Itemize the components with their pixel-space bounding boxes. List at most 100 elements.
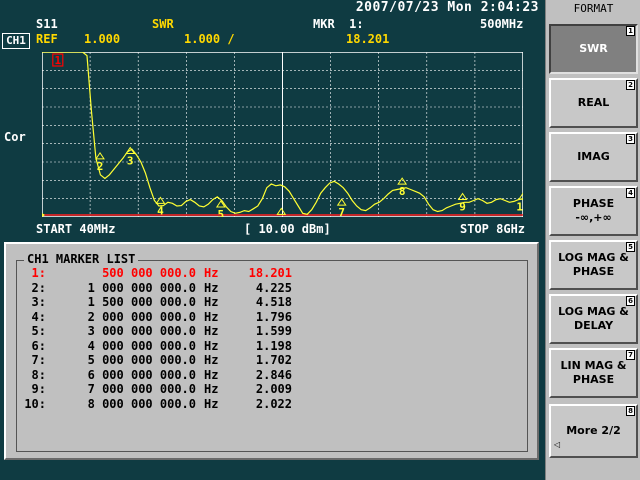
marker-row-unit: Hz — [204, 353, 219, 367]
marker-row-value: 2.009 — [255, 382, 292, 396]
marker-number: 4: — [31, 309, 46, 324]
marker-label: 4 — [157, 204, 164, 217]
marker-number: 5: — [31, 324, 46, 338]
softkey-sublabel: -∞,+∞ — [575, 211, 612, 224]
softkey-8[interactable]: More 2/2 8 ◁ — [549, 404, 638, 458]
marker-row-unit: Hz — [204, 396, 219, 411]
softkey-label: LOG MAG & — [558, 251, 629, 264]
marker-list-panel: CH1 MARKER LIST 1: 500 000 000.0 Hz 18.201 2… — [4, 242, 539, 460]
softkey-number: 6 — [626, 296, 635, 306]
marker-row-unit: Hz — [204, 295, 219, 309]
marker-list-title: CH1 MARKER LIST — [24, 252, 139, 266]
softkey-label: SWR — [579, 42, 608, 55]
marker-row-frequency: 5 000 000 000.0 — [87, 353, 196, 367]
softkey-sublabel: PHASE — [572, 373, 615, 386]
source-power: [ 10.00 dBm] — [244, 222, 331, 236]
softkey-label: IMAG — [577, 150, 610, 163]
softkey-number: 2 — [626, 80, 635, 90]
marker-list-row[interactable]: 5: 3 000 000 000.0 Hz 1.599 — [22, 324, 292, 338]
s-parameter: S11 — [36, 17, 58, 31]
softkey-sublabel: PHASE — [572, 265, 615, 278]
start-frequency: START 40MHz — [36, 222, 116, 236]
softkey-panel: FORMAT SWR 1 REAL 2 IMAG 3 PHASE -∞,+∞ 4 LOG MAG … — [545, 0, 640, 480]
softkey-number: 3 — [626, 134, 635, 144]
marker-list-row[interactable]: 8: 6 000 000 000.0 Hz 2.846 — [22, 368, 292, 382]
marker-number: 7: — [31, 353, 46, 367]
marker-label: 10 — [516, 200, 523, 213]
sweep-labels: START 40MHz [ 10.00 dBm] STOP 8GHz — [0, 222, 545, 238]
marker-list-row[interactable]: 9: 7 000 000 000.0 Hz 2.009 — [22, 382, 292, 396]
bottom-bar — [0, 462, 545, 480]
marker-row-frequency: 1 000 000 000.0 — [87, 280, 196, 295]
marker-list-row[interactable]: 1: 500 000 000.0 Hz 18.201 — [22, 266, 292, 280]
softkey-sublabel: DELAY — [573, 319, 614, 332]
trace-header: CH1 S11 SWR MKR 1: 500MHz REF 1.000 1.00… — [0, 16, 545, 49]
scale-per-div: 1.000 / — [184, 32, 235, 46]
marker-row-value: 1.702 — [255, 353, 292, 367]
menu-title: FORMAT — [573, 2, 614, 15]
marker-label: 6 — [278, 215, 285, 217]
marker-row-unit: Hz — [204, 338, 219, 353]
marker-row-value: 1.796 — [255, 309, 292, 324]
marker-number: 10: — [24, 396, 46, 411]
format-label: SWR — [152, 17, 174, 31]
softkey-number: 4 — [626, 188, 635, 198]
datetime: 2007/07/23 Mon 2:04:23 — [355, 0, 539, 15]
softkey-5[interactable]: LOG MAG & PHASE 5 — [549, 240, 638, 290]
stop-frequency: STOP 8GHz — [460, 222, 526, 236]
marker-row-unit: Hz — [204, 309, 219, 324]
marker-list-row[interactable]: 3: 1 500 000 000.0 Hz 4.518 — [22, 295, 292, 309]
softkey-number: 7 — [626, 350, 635, 360]
marker-list-row[interactable]: 7: 5 000 000 000.0 Hz 1.702 — [22, 353, 292, 367]
marker-label: 7 — [338, 206, 345, 217]
marker-value: 18.201 — [346, 32, 390, 46]
softkey-number: 1 — [626, 26, 635, 36]
marker-list-row[interactable]: 2: 1 000 000 000.0 Hz 4.225 — [22, 281, 292, 295]
softkey-2[interactable]: REAL 2 — [549, 78, 638, 128]
marker-row-frequency: 3 000 000 000.0 — [87, 324, 196, 338]
softkey-4[interactable]: PHASE -∞,+∞ 4 — [549, 186, 638, 236]
marker-number: 6: — [31, 338, 46, 353]
softkey-label: LOG MAG & — [558, 305, 629, 318]
marker-row-unit: Hz — [204, 266, 219, 280]
softkey-number: 5 — [626, 242, 635, 252]
softkey-label: More 2/2 — [566, 424, 621, 437]
marker-row-value: 4.518 — [255, 295, 292, 309]
softkey-label: PHASE — [572, 197, 615, 210]
marker-row-frequency: 1 500 000 000.0 — [87, 295, 196, 309]
marker-label: MKR 1: — [313, 17, 364, 31]
marker-list-row[interactable]: 4: 2 000 000 000.0 Hz 1.796 — [22, 310, 292, 324]
marker-row-frequency: 6 000 000 000.0 — [87, 367, 196, 382]
softkey-1[interactable]: SWR 1 — [549, 24, 638, 74]
marker-label: 3 — [127, 155, 134, 168]
marker-frequency: 500MHz — [480, 17, 524, 31]
marker-row-value: 4.225 — [255, 280, 292, 295]
marker-number: 1: — [31, 266, 46, 280]
back-arrow-icon: ◁ — [554, 440, 561, 449]
correction-indicator: Cor — [4, 130, 26, 144]
marker-label: 1 — [54, 54, 61, 67]
softkey-3[interactable]: IMAG 3 — [549, 132, 638, 182]
marker-row-frequency: 7 000 000 000.0 — [87, 382, 196, 396]
marker-row-unit: Hz — [204, 324, 219, 338]
softkey-6[interactable]: LOG MAG & DELAY 6 — [549, 294, 638, 344]
marker-label: 5 — [218, 208, 225, 217]
marker-label: 9 — [459, 201, 466, 214]
marker-row-value: 2.022 — [255, 396, 292, 411]
softkey-7[interactable]: LIN MAG & PHASE 7 — [549, 348, 638, 398]
marker-number: 2: — [31, 280, 46, 295]
status-bar: 2007/07/23 Mon 2:04:23 — [0, 0, 545, 16]
marker-number: 3: — [31, 295, 46, 309]
channel-indicator[interactable]: CH1 — [2, 33, 30, 49]
marker-row-value: 1.599 — [255, 324, 292, 338]
softkey-label: REAL — [577, 96, 610, 109]
marker-list-row[interactable]: 6: 4 000 000 000.0 Hz 1.198 — [22, 339, 292, 353]
marker-row-frequency: 500 000 000.0 — [102, 266, 196, 280]
swr-plot[interactable]: 1 2 3 4 5 6 7 8 9 10 — [42, 52, 523, 217]
marker-row-value: 2.846 — [255, 367, 292, 382]
marker-label: 8 — [399, 185, 406, 198]
marker-row-unit: Hz — [204, 367, 219, 382]
marker-list-row[interactable]: 10: 8 000 000 000.0 Hz 2.022 — [22, 397, 292, 411]
marker-number: 8: — [31, 367, 46, 382]
marker-row-frequency: 8 000 000 000.0 — [87, 396, 196, 411]
